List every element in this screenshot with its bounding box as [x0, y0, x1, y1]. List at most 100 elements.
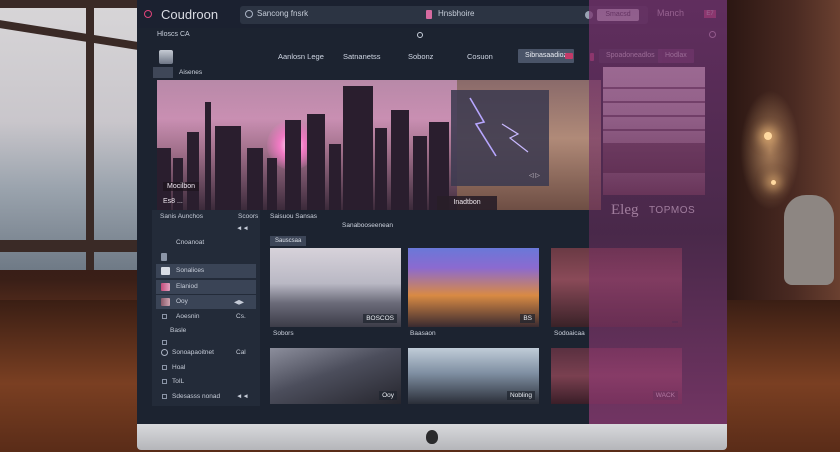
card-badge: BS [520, 314, 535, 323]
panel-row[interactable] [156, 250, 256, 264]
row-label: Cnoanoat [176, 239, 205, 246]
row-label: Sonoapaoitnet [172, 349, 214, 356]
side-photo[interactable] [603, 67, 705, 195]
nav-pill-secondary[interactable]: Spoadoneadlos [599, 49, 662, 63]
user-menu[interactable]: Manch [657, 8, 684, 18]
hero-banner[interactable]: Mocilbon Es8 ... Inadtbon ◁ ▷ [157, 80, 601, 210]
checkbox[interactable] [162, 379, 167, 384]
skyline [247, 148, 263, 210]
window-frame [0, 0, 150, 8]
nav-link[interactable]: Satnanetss [343, 52, 381, 61]
panel-row[interactable]: ◄◄ [156, 222, 256, 236]
row-value: Cs. [236, 313, 246, 320]
card-badge: Nobling [506, 391, 535, 400]
figurine [784, 195, 834, 285]
panel-row[interactable]: Sonalices [156, 264, 256, 278]
lamp-bulb [764, 132, 772, 140]
panel-row[interactable]: ToIL [156, 375, 256, 389]
row-value: ◄◄ [236, 393, 249, 400]
photo-detail [603, 129, 705, 131]
info-icon[interactable] [709, 31, 716, 38]
skyline [267, 158, 277, 210]
radio-icon[interactable] [161, 349, 168, 356]
search-bar[interactable]: Sancong fnsrk Hnsbhoire Smacsd [240, 6, 648, 24]
panel-row[interactable]: Sdesasss nonad ◄◄ [156, 390, 256, 404]
card-label: Baasaon [410, 330, 436, 337]
row-label: Hoal [172, 364, 186, 371]
skyline [375, 128, 387, 210]
photo-detail [603, 143, 705, 173]
brand-icon [144, 10, 152, 18]
tab-active[interactable] [153, 67, 173, 78]
photo-detail [603, 115, 705, 117]
window-frame [0, 240, 150, 252]
monitor-chin [137, 424, 727, 450]
list-icon [161, 253, 167, 261]
checkbox[interactable] [162, 394, 167, 399]
search-icon[interactable] [417, 32, 423, 38]
side-heading-secondary: TOPMOS [649, 205, 696, 216]
card-badge: BOSCOS [363, 314, 397, 323]
checkbox[interactable] [162, 365, 167, 370]
row-value: ◀▶ [234, 299, 244, 306]
media-card[interactable] [551, 248, 682, 327]
gear-icon[interactable] [585, 11, 593, 19]
media-card[interactable]: Nobling [408, 348, 539, 404]
bookmark-icon [590, 53, 594, 61]
nav-link[interactable]: Cosuon [467, 52, 493, 61]
skyline [343, 86, 373, 210]
tab-item[interactable]: Aisenes Sodhaiks [175, 67, 210, 87]
panel-row[interactable]: Cnoanoat [156, 236, 256, 250]
media-card[interactable]: WACK [551, 348, 682, 404]
image-icon [161, 267, 170, 275]
row-label: Sdesasss nonad [172, 393, 221, 400]
tag-icon [426, 10, 432, 19]
nav-link[interactable]: Aanlosn Lege [278, 52, 324, 61]
panel-row[interactable]: Elaniod [156, 280, 256, 294]
monitor: Coudroon Sancong fnsrk Hnsbhoire Smacsd … [137, 0, 727, 430]
card-badge: Ooy [379, 391, 397, 400]
top-bar: Coudroon Sancong fnsrk Hnsbhoire Smacsd … [137, 0, 727, 28]
media-card[interactable]: Ooy [270, 348, 401, 404]
search-icon [245, 10, 253, 18]
card-label: Sobors [273, 330, 294, 337]
avatar[interactable] [159, 50, 173, 64]
content-heading: Saisuou Sansas [270, 213, 317, 220]
content-subheading: Sanabooseenean [342, 222, 393, 229]
checkbox[interactable] [162, 340, 167, 345]
media-card[interactable]: BS [408, 248, 539, 327]
skyline [391, 110, 409, 210]
row-label: Elaniod [176, 283, 198, 290]
carousel-arrows[interactable]: ◁ ▷ [529, 172, 540, 179]
hero-caption[interactable]: Inadtbon [437, 196, 497, 210]
panel-row[interactable]: Hoal [156, 361, 256, 375]
skyline [187, 132, 199, 210]
notification-badge[interactable]: E7 [704, 10, 716, 18]
flag-icon [565, 53, 573, 59]
lamp-bulb [771, 180, 776, 185]
media-card[interactable]: BOSCOS [270, 248, 401, 327]
panel-row[interactable]: Sonoapaoitnet Cal [156, 346, 256, 360]
nav-pill-right[interactable]: Hodlax [658, 49, 694, 63]
nav-row: Aanlosn Lege Satnanetss Sobonz Cosuon Si… [153, 46, 727, 68]
card-label: Sodoaicaa [554, 330, 585, 337]
skyline [215, 126, 241, 210]
search-button[interactable]: Smacsd [597, 9, 639, 21]
panel-row[interactable]: Ooy ◀▶ [156, 295, 256, 309]
search-placeholder: Sancong fnsrk [257, 9, 309, 18]
photo-detail [603, 101, 705, 103]
screen: Coudroon Sancong fnsrk Hnsbhoire Smacsd … [137, 0, 727, 424]
row-label: Basle [170, 327, 187, 334]
lamp-glow [740, 90, 800, 210]
left-panel: Sanis Aunchos Scoors ◄◄ Cnoanoat Sonalic… [152, 210, 260, 406]
nav-link[interactable]: Sobonz [408, 52, 433, 61]
card-badge [672, 321, 678, 323]
photo-icon [161, 283, 170, 291]
search-suffix: Hnsbhoire [438, 9, 475, 18]
skyline [329, 144, 341, 210]
photo-detail [603, 87, 705, 89]
filter-pill[interactable]: Sauscsaa [270, 236, 307, 246]
hero-subtitle: Es8 ... [163, 198, 183, 205]
panel-row[interactable]: Aoesnin Cs. [156, 310, 256, 324]
apple-icon [426, 430, 438, 444]
